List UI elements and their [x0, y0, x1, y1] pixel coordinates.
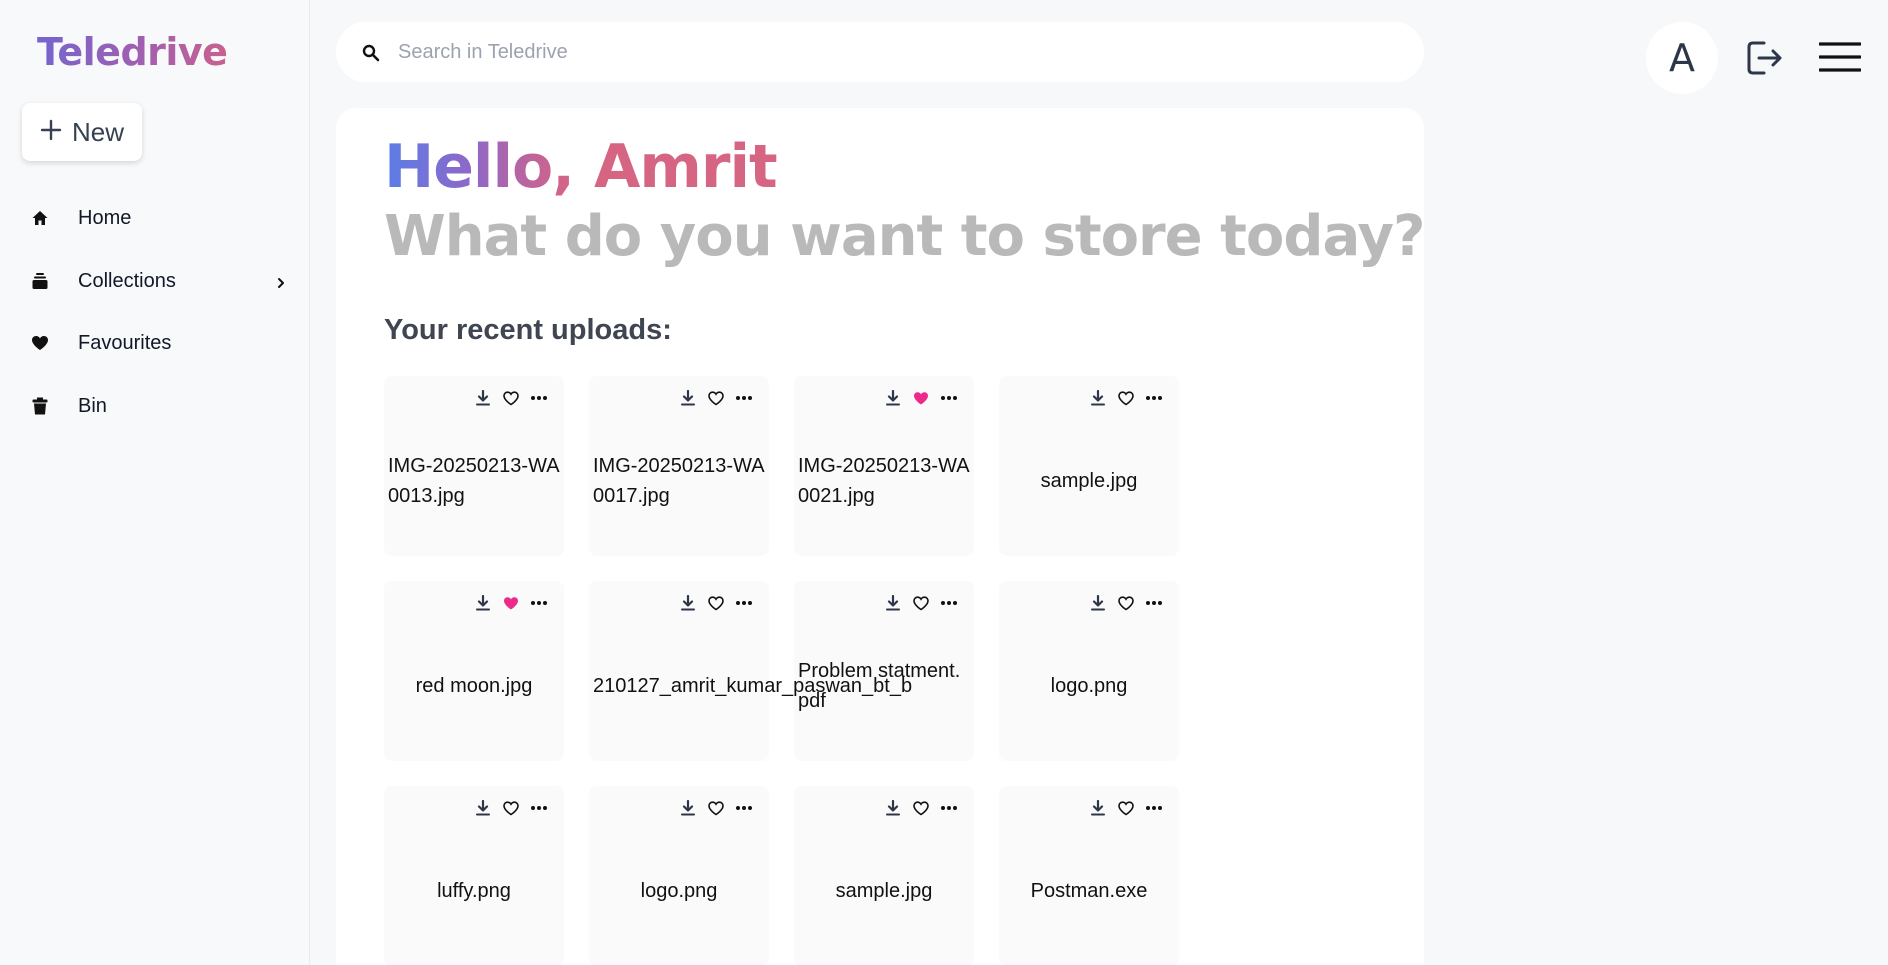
download-icon[interactable]	[1089, 388, 1107, 408]
file-name: 210127_amrit_kumar_paswan_bt_b	[593, 675, 913, 697]
more-options-icon[interactable]	[530, 593, 548, 613]
search-icon	[362, 44, 380, 67]
more-options-icon[interactable]	[940, 798, 958, 818]
file-actions	[679, 593, 753, 613]
file-card[interactable]: IMG-20250213-WA0021.jpg	[794, 376, 974, 556]
file-name: sample.jpg	[1040, 470, 1138, 492]
file-name: red moon.jpg	[415, 675, 533, 697]
heart-outline-icon[interactable]	[1117, 593, 1135, 613]
more-options-icon[interactable]	[530, 388, 548, 408]
heart-outline-icon[interactable]	[912, 798, 930, 818]
sidebar-item-bin[interactable]: Bin	[30, 386, 300, 426]
chevron-right-icon[interactable]	[276, 273, 286, 296]
heart-outline-icon[interactable]	[502, 388, 520, 408]
file-card[interactable]: Postman.exe	[999, 786, 1179, 965]
more-options-icon[interactable]	[1145, 388, 1163, 408]
more-options-icon[interactable]	[735, 388, 753, 408]
file-actions	[884, 798, 958, 818]
file-actions	[884, 593, 958, 613]
main-panel: Hello, Amrit What do you want to store t…	[336, 108, 1426, 965]
file-actions	[679, 388, 753, 408]
download-icon[interactable]	[884, 798, 902, 818]
file-actions	[474, 388, 548, 408]
file-card[interactable]: logo.png	[999, 581, 1179, 761]
heart-outline-icon[interactable]	[1117, 798, 1135, 818]
download-icon[interactable]	[679, 593, 697, 613]
file-actions	[474, 798, 548, 818]
subtitle-heading: What do you want to store today?	[384, 204, 1426, 269]
sidebar-item-label: Collections	[78, 269, 176, 292]
sidebar-item-home[interactable]: Home	[30, 198, 300, 238]
file-name: IMG-20250213-WA0017.jpg	[593, 455, 765, 507]
more-options-icon[interactable]	[735, 593, 753, 613]
file-card[interactable]: IMG-20250213-WA0017.jpg	[589, 376, 769, 556]
heart-outline-icon[interactable]	[707, 388, 725, 408]
heart-outline-icon[interactable]	[707, 593, 725, 613]
sidebar-item-label: Home	[78, 206, 132, 229]
file-card[interactable]: red moon.jpg	[384, 581, 564, 761]
heart-icon	[30, 333, 50, 353]
recent-uploads-title: Your recent uploads:	[384, 314, 672, 346]
download-icon[interactable]	[679, 798, 697, 818]
hamburger-menu-icon[interactable]	[1818, 42, 1862, 77]
download-icon[interactable]	[474, 798, 492, 818]
heart-outline-icon[interactable]	[502, 798, 520, 818]
sidebar-item-collections[interactable]: Collections	[30, 261, 300, 301]
heart-filled-icon[interactable]	[502, 593, 520, 613]
file-card[interactable]: IMG-20250213-WA0013.jpg	[384, 376, 564, 556]
new-button[interactable]: New	[22, 103, 142, 161]
more-options-icon[interactable]	[530, 798, 548, 818]
file-card[interactable]: 210127_amrit_kumar_paswan_bt_b	[589, 581, 913, 761]
download-icon[interactable]	[884, 388, 902, 408]
file-actions	[679, 798, 753, 818]
download-icon[interactable]	[1089, 798, 1107, 818]
file-card[interactable]: luffy.png	[384, 786, 564, 965]
file-actions	[1089, 593, 1163, 613]
file-actions	[1089, 388, 1163, 408]
file-name: IMG-20250213-WA0021.jpg	[798, 455, 970, 507]
more-options-icon[interactable]	[735, 798, 753, 818]
logout-icon[interactable]	[1744, 38, 1784, 83]
file-card[interactable]: sample.jpg	[999, 376, 1179, 556]
new-button-label: New	[71, 116, 124, 147]
heart-outline-icon[interactable]	[912, 593, 930, 613]
download-icon[interactable]	[1089, 593, 1107, 613]
more-options-icon[interactable]	[1145, 593, 1163, 613]
plus-icon	[40, 114, 62, 146]
sidebar: Teledrive New Home Collections Favourite…	[0, 0, 310, 965]
heart-filled-icon[interactable]	[912, 388, 930, 408]
file-name: Postman.exe	[1030, 880, 1148, 902]
file-name: luffy.png	[437, 880, 511, 902]
download-icon[interactable]	[474, 593, 492, 613]
file-card[interactable]: sample.jpg	[794, 786, 974, 965]
heart-outline-icon[interactable]	[707, 798, 725, 818]
file-actions	[884, 388, 958, 408]
more-options-icon[interactable]	[1145, 798, 1163, 818]
search-input[interactable]	[398, 36, 1378, 68]
home-icon	[30, 208, 50, 228]
more-options-icon[interactable]	[940, 593, 958, 613]
sidebar-item-label: Favourites	[78, 331, 172, 354]
avatar[interactable]: A	[1646, 22, 1718, 94]
download-icon[interactable]	[474, 388, 492, 408]
sidebar-item-label: Bin	[78, 394, 107, 417]
download-icon[interactable]	[679, 388, 697, 408]
file-name: logo.png	[640, 880, 718, 902]
more-options-icon[interactable]	[940, 388, 958, 408]
greeting-heading: Hello, Amrit	[384, 132, 778, 202]
heart-outline-icon[interactable]	[1117, 388, 1135, 408]
file-name: logo.png	[1050, 675, 1128, 697]
download-icon[interactable]	[884, 593, 902, 613]
search-bar[interactable]	[336, 22, 1424, 82]
file-name: IMG-20250213-WA0013.jpg	[388, 455, 560, 507]
trash-icon	[30, 396, 50, 416]
sidebar-item-favourites[interactable]: Favourites	[30, 323, 300, 363]
file-name: sample.jpg	[835, 880, 933, 902]
collections-icon	[30, 271, 50, 291]
file-actions	[474, 593, 548, 613]
file-actions	[1089, 798, 1163, 818]
app-logo[interactable]: Teledrive	[37, 30, 228, 74]
file-card[interactable]: logo.png	[589, 786, 769, 965]
